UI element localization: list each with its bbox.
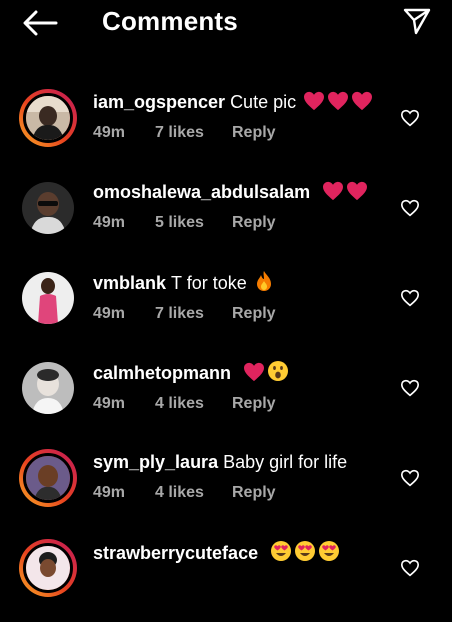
comment-meta: 49m 5 likes Reply: [93, 213, 393, 233]
comment-meta: 49m 4 likes Reply: [93, 483, 393, 503]
comment-username[interactable]: strawberrycuteface: [93, 543, 258, 563]
user-avatar-image: [26, 546, 70, 590]
comment-likes[interactable]: 5 likes: [155, 213, 232, 233]
comment-text: Baby girl for life: [223, 452, 348, 472]
red-heart-icon: [352, 91, 373, 111]
comment-body: strawberrycuteface: [93, 540, 393, 594]
comment-time: 49m: [93, 214, 126, 231]
share-button[interactable]: [400, 4, 434, 38]
comment-body: vmblank T for toke 49m 7 likes Reply: [93, 270, 393, 324]
paper-plane-icon: [403, 8, 431, 35]
comment-item: omoshalewa_abdulsalam 49m 5 likes Reply: [0, 172, 452, 262]
comment-emojis: [241, 361, 289, 383]
comment-item: iam_ogspencer Cute pic 49m 7 likes Reply: [0, 82, 452, 172]
heart-outline-icon: [400, 559, 420, 577]
comment-emojis: [252, 271, 274, 293]
user-avatar-image: [26, 456, 70, 500]
comment-emojis: [301, 91, 373, 112]
comment-likes[interactable]: 4 likes: [155, 394, 232, 414]
heart-outline-icon: [400, 379, 420, 397]
red-heart-icon: [304, 91, 325, 111]
comment-item: vmblank T for toke 49m 7 likes Reply: [0, 262, 452, 352]
heart-eyes-face-icon: [319, 541, 340, 561]
user-avatar-image: [22, 272, 74, 324]
like-button[interactable]: [400, 559, 422, 579]
avatar[interactable]: [19, 359, 77, 417]
like-button[interactable]: [400, 379, 422, 399]
astonished-face-icon: [268, 361, 289, 381]
comment-time: 49m: [93, 305, 126, 322]
comments-list: iam_ogspencerCute pic 49m7 likesReply: [0, 82, 452, 622]
red-heart-icon: [323, 181, 344, 201]
avatar[interactable]: [19, 89, 77, 147]
comment-item: strawberrycuteface: [0, 532, 452, 622]
comment-time: 49m: [93, 484, 126, 501]
comment-username[interactable]: sym_ply_laura: [93, 452, 218, 472]
comment-time: 49m: [93, 124, 126, 141]
comment-body: sym_ply_laura Baby girl for life 49m 4 lik…: [93, 450, 393, 503]
comment-likes[interactable]: 7 likes: [155, 304, 232, 324]
arrow-left-icon: [23, 10, 58, 36]
heart-outline-icon: [400, 109, 420, 127]
comment-likes[interactable]: 7 likes: [155, 123, 232, 143]
comment-meta: [93, 574, 393, 594]
header-bar: Comments: [0, 0, 452, 44]
heart-outline-icon: [400, 469, 420, 487]
red-heart-icon: [328, 91, 349, 111]
comment-username[interactable]: omoshalewa_abdulsalam: [93, 182, 310, 202]
comment-meta: 49m 4 likes Reply: [93, 394, 393, 414]
comment-emojis: [320, 181, 368, 202]
comment-username[interactable]: iam_ogspencer: [93, 92, 225, 112]
avatar[interactable]: [19, 449, 77, 507]
like-button[interactable]: [400, 469, 422, 489]
like-button[interactable]: [400, 109, 422, 129]
reply-button[interactable]: Reply: [232, 483, 276, 503]
heart-outline-icon: [400, 199, 420, 217]
reply-button[interactable]: Reply: [232, 304, 276, 324]
comment-likes[interactable]: 4 likes: [155, 483, 232, 503]
comment-time: 49m: [93, 395, 126, 412]
heart-eyes-face-icon: [271, 541, 292, 561]
reply-button[interactable]: Reply: [232, 213, 276, 233]
heart-outline-icon: [400, 289, 420, 307]
comment-meta: 49m 7 likes Reply: [93, 304, 393, 324]
comment-username[interactable]: vmblank: [93, 273, 166, 293]
reply-button[interactable]: Reply: [232, 123, 276, 143]
comment-body: calmhetopmann 49m 4 likes Reply: [93, 360, 393, 414]
avatar[interactable]: [19, 539, 77, 597]
user-avatar-image: [22, 362, 74, 414]
red-heart-icon: [244, 362, 265, 382]
comment-body: omoshalewa_abdulsalam 49m 5 likes Reply: [93, 180, 393, 233]
like-button[interactable]: [400, 289, 422, 309]
fire-icon: [256, 271, 271, 291]
comment-text: T for toke: [171, 273, 247, 293]
user-avatar-image: [26, 96, 70, 140]
like-button[interactable]: [400, 199, 422, 219]
comment-emojis: [268, 541, 340, 563]
comment-text: Cute pic: [230, 92, 297, 112]
comment-username[interactable]: calmhetopmann: [93, 363, 231, 383]
reply-button[interactable]: Reply: [232, 394, 276, 414]
page-title: Comments: [102, 6, 238, 36]
back-button[interactable]: [20, 8, 60, 38]
user-avatar-image: [22, 182, 74, 234]
red-heart-icon: [347, 181, 368, 201]
comment-body: iam_ogspencer Cute pic 49m 7 likes Reply: [93, 90, 393, 143]
comment-meta: 49m 7 likes Reply: [93, 123, 393, 143]
avatar[interactable]: [19, 179, 77, 237]
heart-eyes-face-icon: [295, 541, 316, 561]
comment-item: sym_ply_laura Baby girl for life 49m 4 lik…: [0, 442, 452, 532]
avatar[interactable]: [19, 269, 77, 327]
comment-item: calmhetopmann 49m 4 likes Reply: [0, 352, 452, 442]
